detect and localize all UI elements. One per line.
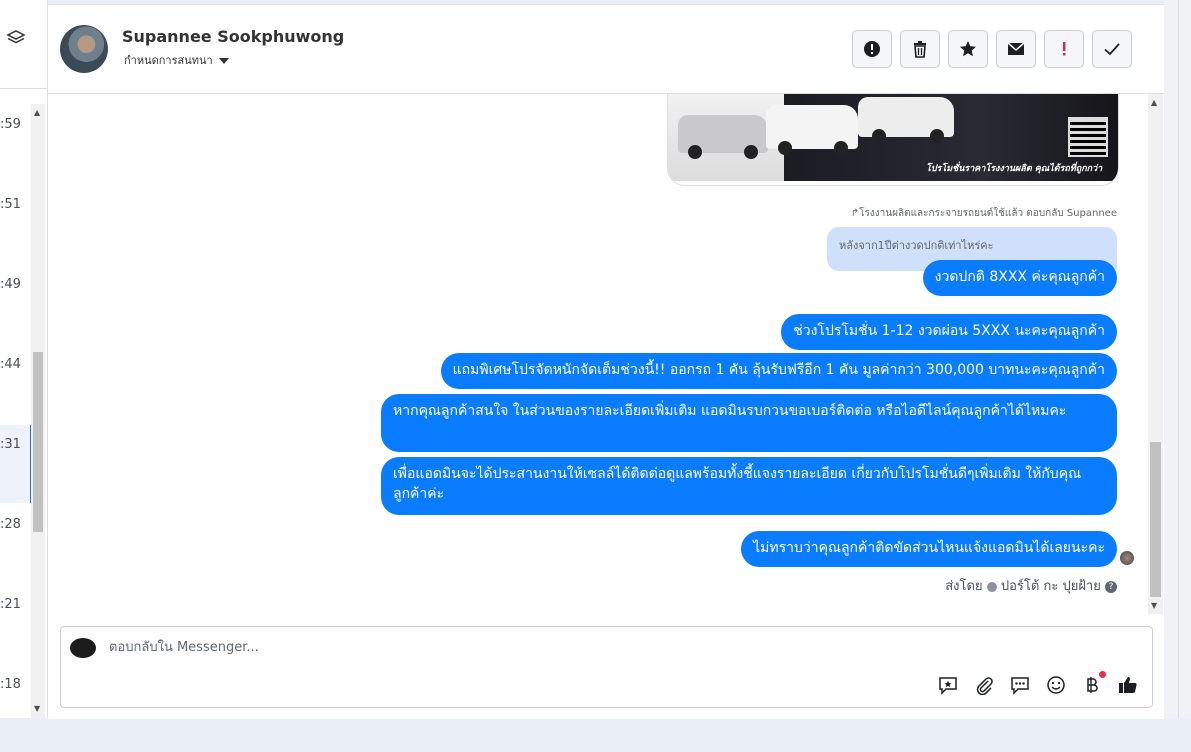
exclamation-icon — [1063, 42, 1066, 56]
check-icon — [1104, 43, 1120, 56]
page-icon — [986, 581, 997, 592]
follow-up-button[interactable] — [1044, 30, 1084, 68]
envelope-icon — [1007, 42, 1025, 55]
like-button[interactable] — [1117, 674, 1139, 696]
star-button[interactable] — [948, 30, 988, 68]
scroll-down-icon[interactable]: ▼ — [34, 704, 40, 713]
mark-unread-button[interactable] — [996, 30, 1036, 68]
scrollbar-thumb[interactable] — [1150, 442, 1161, 597]
contact-name[interactable]: Supannee Sookphuwong — [122, 27, 344, 46]
conversation-time[interactable]: :49 — [0, 277, 28, 292]
caret-down-icon — [218, 58, 229, 64]
reply-input[interactable] — [107, 639, 811, 656]
conversation-time[interactable]: :18 — [0, 677, 28, 692]
baht-payment-icon — [1087, 677, 1098, 693]
conversation-time[interactable]: :44 — [0, 357, 28, 372]
conversation-list-scrollbar[interactable]: ▲ ▼ — [31, 104, 45, 718]
reply-context-note: ↱โรงงานผลิตและกระจายรถยนต์ใช้แล้ว ตอบกลั… — [850, 208, 1117, 219]
saved-reply-button[interactable] — [937, 674, 959, 696]
conversation-time[interactable]: :51 — [0, 197, 28, 212]
emoji-icon — [1047, 676, 1065, 694]
attach-button[interactable] — [973, 674, 995, 696]
thumbs-up-icon — [1119, 677, 1137, 693]
scroll-up-icon[interactable]: ▲ — [34, 108, 40, 117]
assign-label: กำหนดการสนทนา — [124, 54, 213, 67]
qr-code — [1068, 117, 1108, 157]
scrollbar-thumb[interactable] — [33, 352, 43, 532]
conversation-header: Supannee Sookphuwong กำหนดการสนทนา — [48, 5, 1164, 94]
mark-spam-button[interactable] — [852, 30, 892, 68]
sent-by-name[interactable]: ปอร์โต้ กะ ปุยฝ้าย — [1001, 579, 1101, 594]
outgoing-message[interactable]: หากคุณลูกค้าสนใจ ในส่วนของรายละเอียดเพิ่… — [381, 394, 1117, 452]
outgoing-message[interactable]: ช่วงโปรโมชั่น 1-12 งวดผ่อน 5XXX นะคะคุณล… — [781, 314, 1117, 350]
emoji-button[interactable] — [1045, 674, 1067, 696]
delete-button[interactable] — [900, 30, 940, 68]
message-composer — [60, 626, 1153, 708]
list-divider — [0, 88, 47, 89]
outgoing-message[interactable]: ไม่ทราบว่าคุณลูกค้าติดขัดส่วนไหนแจ้งแอดม… — [741, 531, 1117, 567]
rail-divider — [1178, 0, 1179, 718]
alert-circle-icon — [864, 41, 880, 57]
ad-image-attachment[interactable]: โปรโมชั่นราคาโรงงานผลิต คุณได้รถที่ถูกกว… — [667, 94, 1119, 186]
car-image — [766, 105, 858, 155]
conversation-time[interactable]: :28 — [0, 517, 28, 532]
conversation-time[interactable]: :31 — [0, 437, 28, 452]
layers-icon[interactable] — [6, 28, 26, 48]
attachment-icon — [976, 677, 993, 695]
assign-conversation-dropdown[interactable]: กำหนดการสนทนา — [124, 51, 229, 69]
message-thread: โปรโมชั่นราคาโรงงานผลิต คุณได้รถที่ถูกกว… — [48, 94, 1164, 614]
conversation-pane: Supannee Sookphuwong กำหนดการสนทนา โปรโม… — [48, 4, 1164, 719]
outgoing-message[interactable]: แถมพิเศษโปรจัดหนักจัดเต็มช่วงนี้!! ออกรถ… — [440, 353, 1117, 389]
contact-avatar[interactable] — [60, 25, 108, 73]
page-avatar — [70, 638, 96, 658]
message-template-button[interactable] — [1009, 674, 1031, 696]
thread-scrollbar[interactable]: ▲ ▼ — [1148, 94, 1163, 614]
help-icon[interactable]: ? — [1105, 580, 1117, 593]
trash-icon — [914, 41, 926, 58]
right-rail — [1164, 0, 1191, 718]
outgoing-message[interactable]: เพื่อแอดมินจะได้ประสานงานให้เซลล์ได้ติดต… — [381, 457, 1117, 515]
car-image — [858, 97, 954, 143]
outgoing-message[interactable]: งวดปกติ 8XXX ค่ะคุณลูกค้า — [922, 260, 1117, 296]
car-image — [678, 115, 768, 159]
message-icon — [1011, 677, 1029, 695]
mark-done-button[interactable] — [1092, 30, 1132, 68]
ad-caption: โปรโมชั่นราคาโรงงานผลิต คุณได้รถที่ถูกกว… — [926, 164, 1103, 174]
sent-by-prefix: ส่งโดย — [945, 579, 983, 594]
conversation-time[interactable]: :59 — [0, 117, 28, 132]
conversation-list: :59 :51 :49 :44 :31 :28 :21 :18 ▲ ▼ — [0, 0, 48, 718]
star-icon — [960, 41, 976, 57]
seen-by-avatar — [1120, 551, 1134, 565]
reply-context-text: โรงงานผลิตและกระจายรถยนต์ใช้แล้ว ตอบกลับ… — [859, 208, 1117, 219]
saved-reply-icon — [939, 677, 957, 695]
conversation-time[interactable]: :21 — [0, 597, 28, 612]
notification-dot — [1099, 671, 1106, 678]
quoted-message-text: หลังจาก1ปีต่างวดปกติเท่าไหร่คะ — [839, 239, 994, 252]
scroll-down-icon[interactable]: ▼ — [1151, 601, 1157, 610]
scroll-up-icon[interactable]: ▲ — [1151, 98, 1157, 107]
sent-by-info: ส่งโดย ปอร์โต้ กะ ปุยฝ้าย ? — [945, 575, 1117, 596]
